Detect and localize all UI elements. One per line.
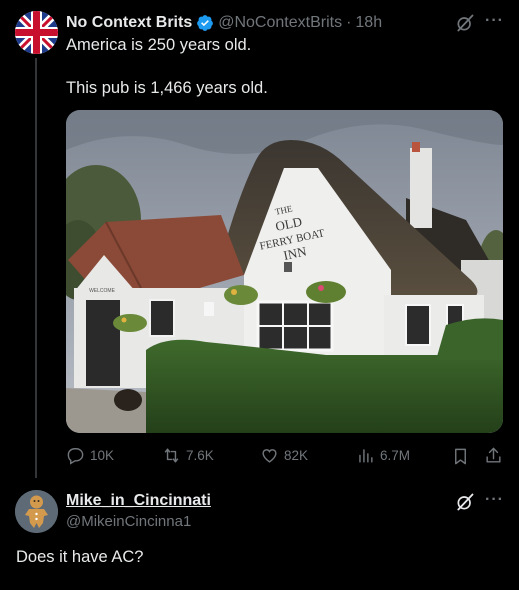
reply-more-options-icon[interactable]: ··· — [485, 492, 504, 508]
reply-grok-icon[interactable] — [455, 492, 475, 512]
author-handle[interactable]: @NoContextBrits — [218, 14, 342, 32]
tweet-actions: 10K 7.6K 82K 6.7M — [66, 446, 506, 468]
union-jack-avatar-icon — [15, 11, 58, 54]
repost-icon — [164, 448, 179, 463]
separator-dot: · — [346, 14, 352, 31]
post-text-line-2: This pub is 1,466 years old. — [66, 79, 268, 97]
reply-icon — [67, 448, 84, 465]
tweet-header: No Context Brits @NoContextBrits · 18h — [66, 12, 382, 34]
post-time[interactable]: 18h — [355, 14, 382, 32]
author-avatar[interactable] — [15, 11, 58, 54]
reply-author-name[interactable]: Mike_in_Cincinnati — [66, 492, 211, 510]
views-button[interactable]: 6.7M — [356, 446, 410, 465]
heart-icon — [262, 449, 277, 463]
pub-photo: WELCOME THE OLD FERRY BOAT INN — [66, 110, 503, 433]
reply-text: Does it have AC? — [16, 548, 144, 566]
reply-count: 10K — [90, 448, 115, 463]
post-text-line-1: America is 250 years old. — [66, 36, 252, 54]
verified-badge-icon — [197, 15, 214, 31]
post-image[interactable]: WELCOME THE OLD FERRY BOAT INN — [66, 110, 503, 433]
reply-author-avatar[interactable] — [15, 490, 58, 533]
gingerbread-avatar-icon — [15, 490, 58, 533]
thread-line — [35, 58, 37, 478]
views-chart-icon — [359, 449, 373, 463]
more-options-icon[interactable]: ··· — [485, 13, 504, 29]
grok-icon[interactable] — [455, 13, 475, 33]
bookmark-icon[interactable] — [451, 447, 470, 466]
reply-author-handle[interactable]: @MikeinCincinna1 — [66, 513, 191, 530]
reply-button[interactable]: 10K — [66, 446, 114, 465]
repost-count: 7.6K — [186, 448, 214, 463]
like-button[interactable]: 82K — [260, 446, 308, 465]
like-count: 82K — [284, 448, 309, 463]
repost-button[interactable]: 7.6K — [162, 446, 214, 465]
view-count: 6.7M — [380, 448, 411, 463]
author-name[interactable]: No Context Brits — [66, 14, 192, 32]
share-icon[interactable] — [484, 446, 503, 465]
welcome-sign: WELCOME — [89, 288, 116, 294]
